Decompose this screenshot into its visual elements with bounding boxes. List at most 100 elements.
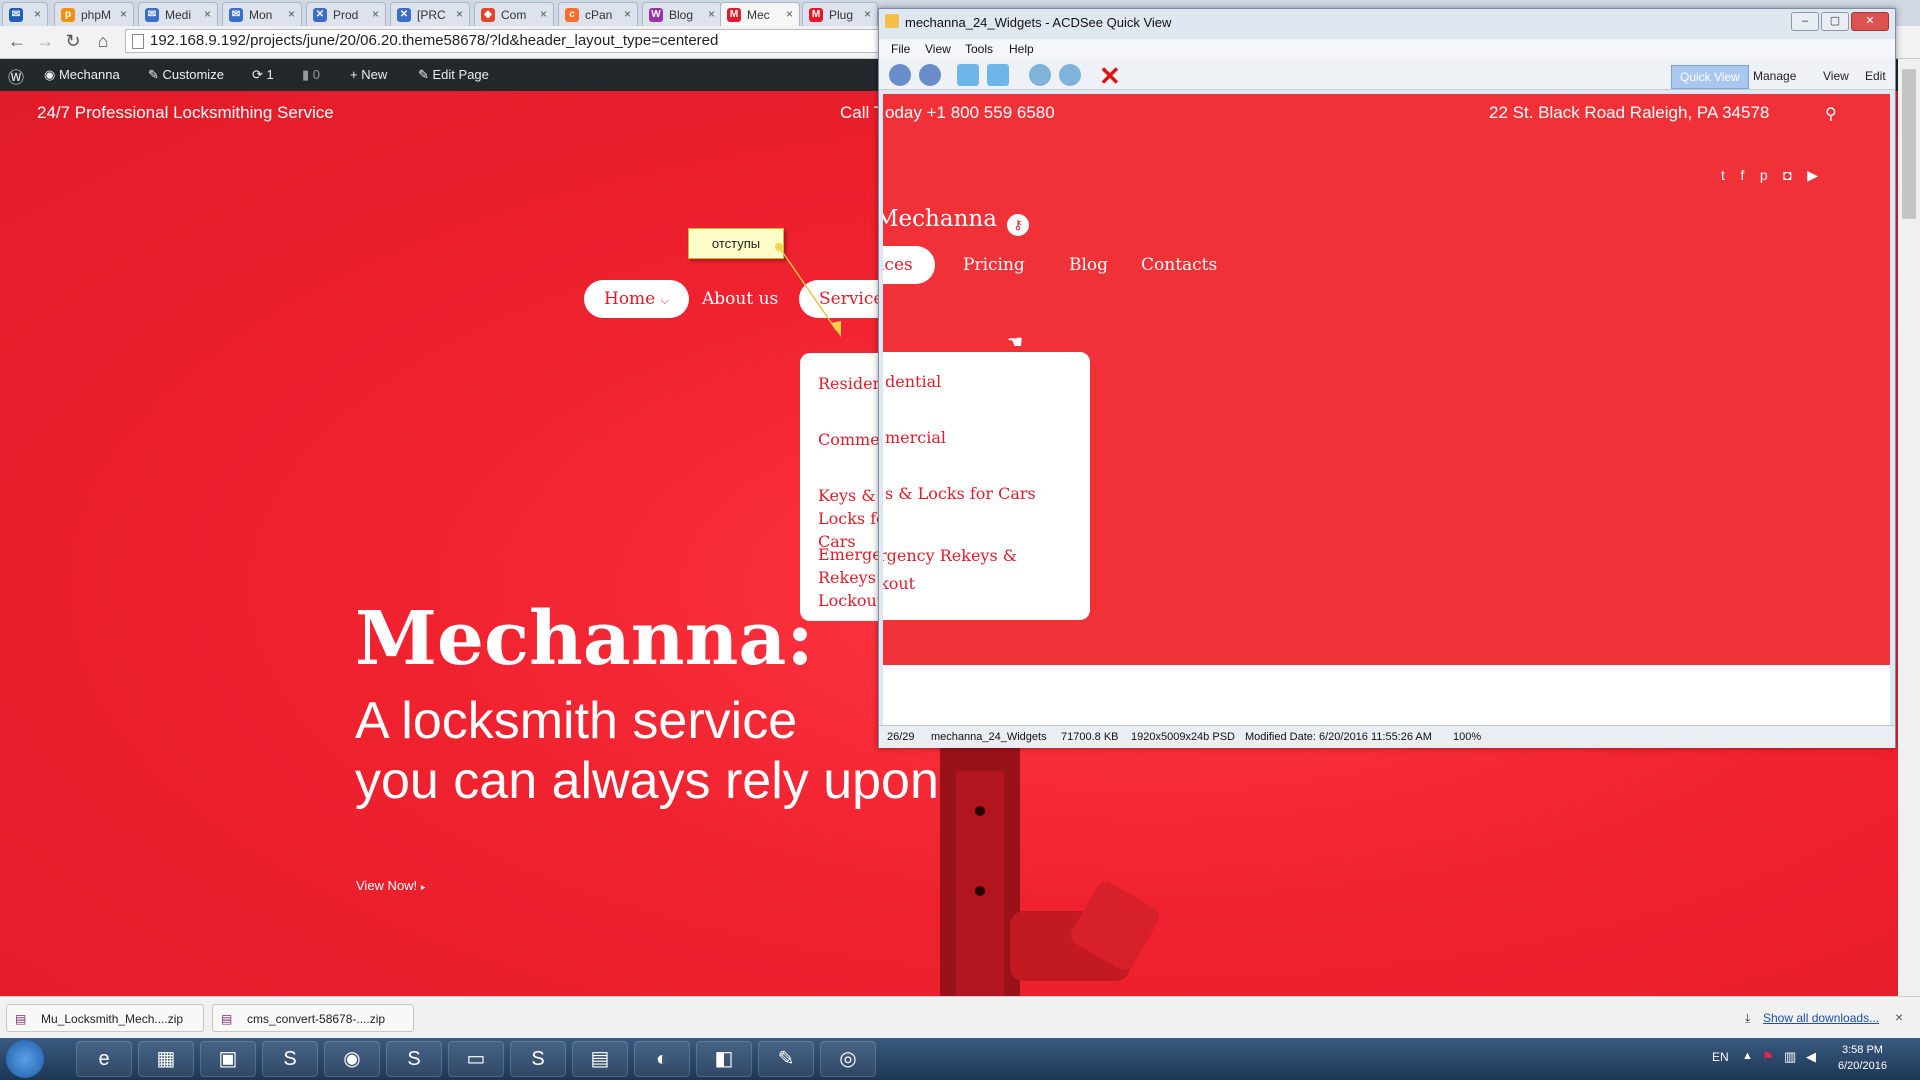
close-tab-icon[interactable]: × — [456, 7, 463, 21]
skype-icon[interactable]: S — [510, 1041, 566, 1077]
tab-label: [PRC — [417, 8, 446, 22]
tab-label: Mon — [249, 8, 273, 22]
comments-link[interactable]: ▮ 0 — [302, 67, 320, 83]
language-indicator[interactable]: EN — [1712, 1050, 1729, 1064]
start-button[interactable] — [6, 1040, 44, 1078]
rotate-left-icon[interactable] — [957, 64, 979, 86]
zoom-in-icon[interactable] — [1029, 64, 1051, 86]
edit-page-label: Edit Page — [432, 67, 489, 82]
folder-icon[interactable]: ▭ — [448, 1041, 504, 1077]
page-scrollbar[interactable] — [1898, 59, 1920, 996]
acdsee-image-view[interactable]: oday +1 800 559 6580 22 St. Black Road R… — [883, 94, 1890, 725]
browser-tab[interactable]: ◆ Com × — [474, 2, 554, 26]
paint-icon[interactable]: ✎ — [758, 1041, 814, 1077]
tab-label: cPan — [585, 8, 613, 22]
tab-label: Medi — [165, 8, 192, 22]
chrome-icon[interactable]: ◉ — [324, 1041, 380, 1077]
site-tagline: 24/7 Professional Locksmithing Service — [37, 103, 334, 122]
browser-tab[interactable]: c cPan × — [558, 2, 638, 26]
next-icon[interactable] — [919, 64, 941, 86]
close-tab-icon[interactable]: × — [786, 7, 793, 21]
close-tab-icon[interactable]: × — [288, 7, 295, 21]
browser-tab[interactable]: W Blog × — [642, 2, 722, 26]
minimize-button[interactable]: – — [1791, 12, 1819, 31]
download-arrow-icon: ⤓ — [1745, 1011, 1751, 1025]
forward-icon[interactable]: → — [34, 30, 56, 52]
mode-manage[interactable]: Manage — [1745, 65, 1804, 87]
sublime-icon[interactable]: S — [386, 1041, 442, 1077]
download-item[interactable]: ▤ Mu_Locksmith_Mech....zip — [6, 1004, 204, 1032]
acdsee-taskbar-icon[interactable]: ◎ — [820, 1041, 876, 1077]
x-icon: ✕ — [313, 8, 327, 22]
site-name-link[interactable]: ◉ Mechanna — [44, 67, 120, 83]
previous-icon[interactable] — [889, 64, 911, 86]
browser-tab[interactable]: ✉ Medi × — [138, 2, 218, 26]
tray-expand-icon[interactable]: ▲ — [1742, 1050, 1753, 1062]
close-tab-icon[interactable]: × — [204, 7, 211, 21]
download-item[interactable]: ▤ cms_convert-58678-....zip — [212, 1004, 414, 1032]
winrar-icon[interactable]: ▤ — [572, 1041, 628, 1077]
clock-time[interactable]: 3:58 PM — [1842, 1044, 1883, 1056]
menu-view[interactable]: View — [925, 42, 951, 56]
browser-tab-active[interactable]: M Mec × — [720, 2, 800, 26]
ie-icon[interactable]: e — [76, 1041, 132, 1077]
mode-edit[interactable]: Edit — [1857, 65, 1894, 87]
s-app-icon[interactable]: S — [262, 1041, 318, 1077]
scrollbar-thumb[interactable] — [1902, 69, 1916, 219]
close-tab-icon[interactable]: × — [624, 7, 631, 21]
acdsee-statusbar: 26/29 mechanna_24_Widgets 71700.8 KB 192… — [879, 725, 1895, 748]
instagram-icon: ◘ — [1783, 167, 1792, 183]
close-downloads-icon[interactable]: × — [1895, 1009, 1903, 1025]
save-disk-icon[interactable]: ▣ — [200, 1041, 256, 1077]
maximize-button[interactable]: ▢ — [1821, 12, 1849, 31]
nav-about[interactable]: About us — [702, 280, 778, 318]
back-icon[interactable]: ← — [6, 30, 28, 52]
close-tab-icon[interactable]: × — [540, 7, 547, 21]
browser-tab[interactable]: p phpM × — [54, 2, 134, 26]
reload-icon[interactable]: ↻ — [62, 30, 84, 52]
mode-quick-view[interactable]: Quick View — [1671, 65, 1749, 89]
volume-icon[interactable]: ◀ — [1806, 1049, 1816, 1065]
menu-file[interactable]: File — [891, 42, 910, 56]
photo-viewer-icon[interactable]: ◧ — [696, 1041, 752, 1077]
browser-tab[interactable]: M Plug × — [802, 2, 878, 26]
close-tab-icon[interactable]: × — [708, 7, 715, 21]
close-tab-icon[interactable]: × — [34, 7, 41, 21]
home-icon[interactable]: ⌂ — [92, 30, 114, 52]
browser-tab[interactable]: ✕ Prod × — [306, 2, 386, 26]
delete-icon[interactable]: ✕ — [1099, 61, 1121, 92]
browser-tab[interactable]: ✕ [PRC × — [390, 2, 470, 26]
door-lock-image — [940, 731, 1160, 996]
calculator-icon[interactable]: ▦ — [138, 1041, 194, 1077]
updates-link[interactable]: ⟳ 1 — [252, 67, 274, 83]
wordpress-icon[interactable]: Ⓦ — [8, 64, 24, 88]
close-tab-icon[interactable]: × — [120, 7, 127, 21]
new-link[interactable]: + New — [350, 67, 387, 82]
browser-tab[interactable]: ✉ × — [2, 2, 48, 26]
network-icon[interactable]: ▥ — [1784, 1049, 1796, 1065]
menu-help[interactable]: Help — [1009, 42, 1034, 56]
edit-page-link[interactable]: ✎ Edit Page — [418, 67, 489, 83]
close-window-button[interactable]: ✕ — [1851, 12, 1889, 31]
rotate-right-icon[interactable] — [987, 64, 1009, 86]
show-all-downloads-link[interactable]: Show all downloads... — [1763, 1011, 1879, 1025]
menu-tools[interactable]: Tools — [965, 42, 993, 56]
view-now-link[interactable]: View Now! ▸ — [356, 878, 425, 893]
clock-date[interactable]: 6/20/2016 — [1838, 1060, 1887, 1072]
flag-icon[interactable]: ⚑ — [1762, 1049, 1774, 1065]
psd-phone-fragment: oday +1 800 559 6580 — [885, 103, 1055, 122]
browser-tab[interactable]: ✉ Mon × — [222, 2, 302, 26]
sticky-note[interactable]: отступы — [688, 228, 784, 259]
tab-label: Mec — [747, 8, 770, 22]
firefox-icon[interactable]: ◐ — [634, 1041, 690, 1077]
nav-home[interactable]: Home ⌵ — [584, 280, 689, 318]
close-tab-icon[interactable]: × — [864, 7, 871, 21]
comments-count: 0 — [312, 67, 320, 82]
close-tab-icon[interactable]: × — [372, 7, 379, 21]
acdsee-app-icon — [885, 14, 899, 28]
acdsee-window: mechanna_24_Widgets - ACDSee Quick View … — [878, 8, 1896, 748]
status-filename: mechanna_24_Widgets — [931, 731, 1047, 743]
mode-view[interactable]: View — [1815, 65, 1857, 87]
customize-link[interactable]: ✎ Customize — [148, 67, 224, 83]
zoom-out-icon[interactable] — [1059, 64, 1081, 86]
